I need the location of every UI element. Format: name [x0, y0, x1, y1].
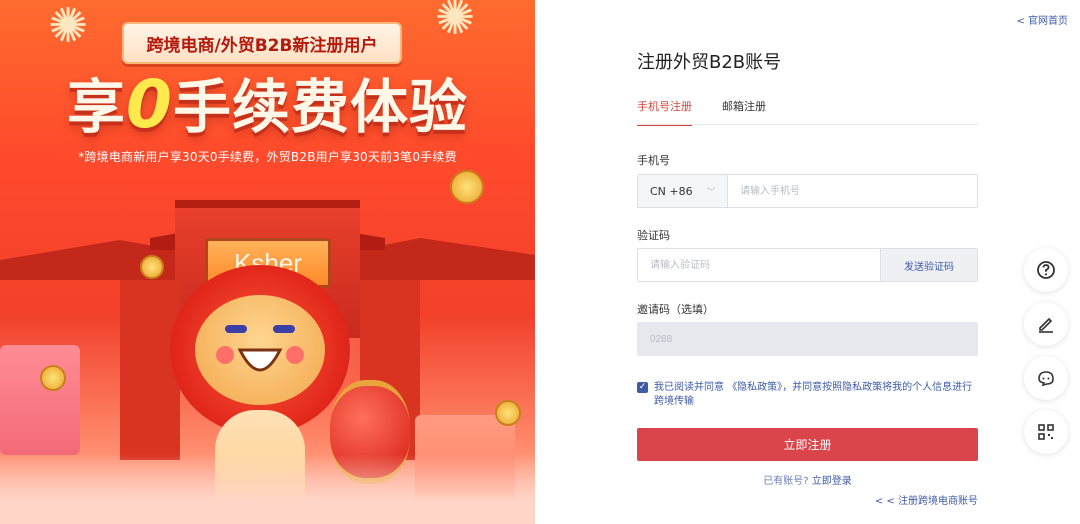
- tab-phone-register[interactable]: 手机号注册: [637, 98, 692, 126]
- tab-email-register[interactable]: 邮箱注册: [722, 98, 766, 126]
- floating-toolbar: [1024, 248, 1068, 454]
- country-code-value: CN +86: [650, 184, 693, 198]
- headline-suffix: 手续费体验: [172, 73, 468, 141]
- pillar: [120, 280, 180, 460]
- country-code-select[interactable]: CN +86 ﹀: [638, 175, 728, 207]
- help-icon: [1037, 261, 1055, 279]
- register-tabs: 手机号注册 邮箱注册: [637, 98, 766, 126]
- login-link[interactable]: 立即登录: [812, 476, 852, 487]
- invite-field-group: [637, 322, 978, 356]
- chevron-down-icon: ﹀: [706, 187, 716, 198]
- code-field-group: 发送验证码: [637, 248, 978, 282]
- banner-tag: 跨境电商/外贸B2B新注册用户: [122, 22, 402, 64]
- crossborder-register-link[interactable]: < < 注册跨境电商账号: [875, 492, 978, 507]
- coin-icon: [495, 400, 521, 426]
- headline-prefix: 享: [67, 73, 127, 141]
- promo-banner: ✺ ✺ 跨境电商/外贸B2B新注册用户 享0手续费体验 *跨境电商新用户享30天…: [0, 0, 535, 524]
- agreement-prefix: 我已阅读并同意: [654, 382, 724, 393]
- banner-headline: 享0手续费体验: [0, 60, 535, 144]
- edit-button[interactable]: [1024, 302, 1068, 346]
- registration-panel: < 官网首页 注册外贸B2B账号 手机号注册 邮箱注册 手机号 CN +86 ﹀…: [535, 0, 1080, 524]
- qrcode-icon: [1038, 424, 1054, 440]
- tabs-divider: [637, 124, 978, 125]
- cloud-decoration: [0, 454, 535, 524]
- coin-icon: [140, 255, 164, 279]
- agreement-row: ✓ 我已阅读并同意 《隐私政策》，并同意按照隐私政策将我的个人信息进行跨境传输: [637, 381, 982, 409]
- banner-subtitle: *跨境电商新用户享30天0手续费，外贸B2B用户享30天前3笔0手续费: [78, 150, 457, 164]
- code-label: 验证码: [637, 229, 670, 242]
- coin-icon: [450, 170, 484, 204]
- privacy-policy-link[interactable]: 《隐私政策》: [727, 382, 782, 393]
- lion-face-icon: [216, 325, 304, 372]
- headline-zero: 0: [126, 66, 173, 143]
- coin-icon: [40, 365, 66, 391]
- firework-icon: ✺: [435, 0, 476, 46]
- edit-icon: [1039, 317, 1053, 333]
- verification-code-input[interactable]: [638, 249, 880, 281]
- help-button[interactable]: [1024, 248, 1068, 292]
- phone-label: 手机号: [637, 154, 670, 167]
- page-title: 注册外贸B2B账号: [637, 52, 782, 73]
- phone-input[interactable]: [728, 175, 977, 207]
- qrcode-button[interactable]: [1024, 410, 1068, 454]
- invite-label: 邀请码（选填）: [637, 303, 714, 316]
- firework-icon: ✺: [48, 0, 89, 54]
- agreement-text: 我已阅读并同意 《隐私政策》，并同意按照隐私政策将我的个人信息进行跨境传输: [654, 381, 982, 409]
- login-prompt: 已有账号?: [763, 476, 809, 487]
- send-code-button[interactable]: 发送验证码: [880, 249, 977, 281]
- login-prompt-row: 已有账号? 立即登录: [637, 472, 978, 487]
- chat-button[interactable]: [1024, 356, 1068, 400]
- agreement-checkbox[interactable]: ✓: [637, 382, 648, 393]
- register-button[interactable]: 立即注册: [637, 428, 978, 461]
- home-link[interactable]: < 官网首页: [1016, 12, 1068, 27]
- invite-code-input[interactable]: [638, 323, 977, 355]
- chat-icon: [1038, 371, 1054, 387]
- phone-field-group: CN +86 ﹀: [637, 174, 978, 208]
- lion-mascot-face: [195, 295, 325, 405]
- shopping-bag-icon: [0, 345, 80, 455]
